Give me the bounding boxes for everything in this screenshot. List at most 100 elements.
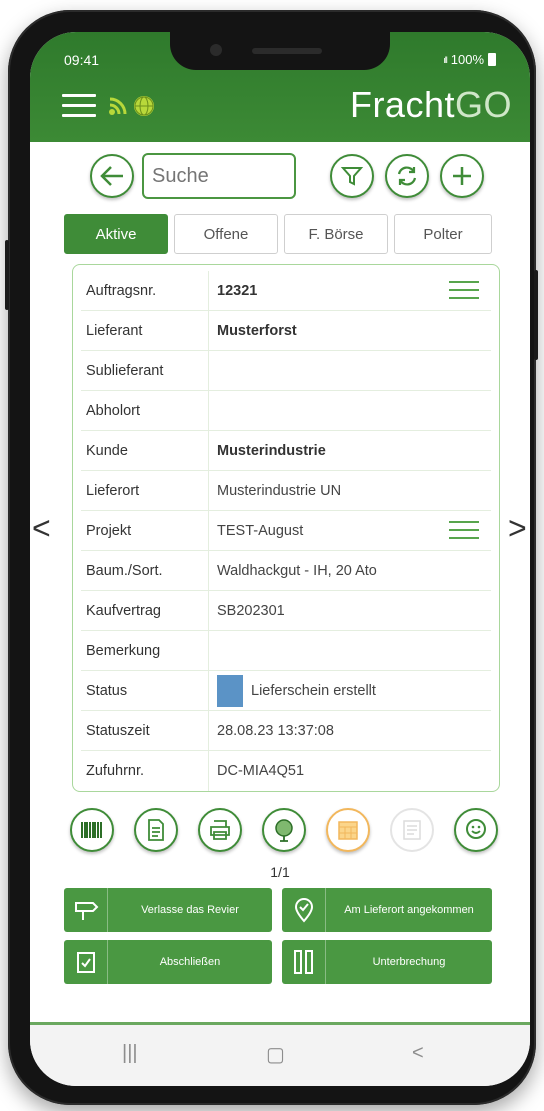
row-sublieferant: Sublieferant bbox=[81, 351, 491, 391]
value-abholort bbox=[209, 391, 491, 430]
globe-icon[interactable] bbox=[134, 96, 154, 116]
finish-label: Abschließen bbox=[159, 955, 221, 968]
home-button[interactable]: ▢ bbox=[266, 1042, 285, 1067]
add-button[interactable] bbox=[440, 154, 484, 198]
previous-arrow[interactable]: < bbox=[32, 510, 51, 547]
row-lieferant: Lieferant Musterforst bbox=[81, 311, 491, 351]
label-projekt: Projekt bbox=[81, 511, 209, 550]
label-sublieferant: Sublieferant bbox=[81, 351, 209, 390]
value-zufuhrnr: DC-MIA4Q51 bbox=[217, 763, 305, 779]
signpost-icon bbox=[74, 902, 98, 920]
arrived-button[interactable]: Am Lieferort angekommen bbox=[282, 888, 492, 932]
chat-button[interactable] bbox=[454, 808, 498, 852]
status-indicators: ıll 100% bbox=[443, 52, 496, 67]
tab-aktive[interactable]: Aktive bbox=[64, 214, 168, 254]
label-zufuhrnr: Zufuhrnr. bbox=[81, 751, 209, 791]
row-baum-sort: Baum./Sort. Waldhackgut - IH, 20 Ato bbox=[81, 551, 491, 591]
pager-indicator: 1/1 bbox=[270, 864, 290, 880]
status-time: 09:41 bbox=[64, 52, 100, 68]
refresh-icon bbox=[397, 166, 417, 186]
order-menu-icon[interactable] bbox=[449, 281, 479, 301]
print-button[interactable] bbox=[198, 808, 242, 852]
hamburger-menu-icon[interactable] bbox=[62, 94, 96, 118]
system-back-button[interactable]: < bbox=[412, 1042, 424, 1065]
volume-button bbox=[5, 240, 9, 310]
label-statuszeit: Statuszeit bbox=[81, 711, 209, 750]
pause-icon bbox=[293, 950, 313, 974]
app-screen: 09:41 ıll 100% FrachtGO Suche Aktive Off… bbox=[30, 32, 530, 1086]
filter-icon bbox=[340, 167, 364, 186]
row-zufuhrnr: Zufuhrnr. DC-MIA4Q51 bbox=[81, 751, 491, 791]
tab-offene[interactable]: Offene bbox=[174, 214, 278, 254]
row-lieferort: Lieferort Musterindustrie UN bbox=[81, 471, 491, 511]
value-kaufvertrag: SB202301 bbox=[217, 602, 285, 619]
label-baum-sort: Baum./Sort. bbox=[81, 551, 209, 590]
label-status: Status bbox=[81, 671, 209, 710]
project-menu-icon[interactable] bbox=[449, 521, 479, 541]
refresh-button[interactable] bbox=[385, 154, 429, 198]
leave-area-button[interactable]: Verlasse das Revier bbox=[64, 888, 272, 932]
value-kunde: Musterindustrie bbox=[217, 442, 326, 459]
row-bemerkung: Bemerkung bbox=[81, 631, 491, 671]
row-statuszeit: Statuszeit 28.08.23 13:37:08 bbox=[81, 711, 491, 751]
recents-button[interactable]: ||| bbox=[122, 1042, 138, 1065]
row-kunde: Kunde Musterindustrie bbox=[81, 431, 491, 471]
label-lieferant: Lieferant bbox=[81, 311, 209, 350]
signal-icon: ıll bbox=[443, 54, 447, 65]
value-lieferort: Musterindustrie UN bbox=[217, 482, 342, 499]
row-projekt: Projekt TEST-August bbox=[81, 511, 491, 551]
leave-area-label: Verlasse das Revier bbox=[141, 903, 239, 916]
label-kaufvertrag: Kaufvertrag bbox=[81, 591, 209, 630]
status-color-swatch bbox=[217, 674, 243, 707]
label-bemerkung: Bemerkung bbox=[81, 631, 209, 670]
back-button[interactable] bbox=[90, 154, 134, 198]
filter-button[interactable] bbox=[330, 154, 374, 198]
app-header: 09:41 ıll 100% FrachtGO bbox=[30, 32, 530, 142]
arrow-left-icon bbox=[100, 166, 123, 186]
barcode-icon bbox=[81, 822, 102, 838]
interrupt-label: Unterbrechung bbox=[372, 955, 446, 968]
row-auftragsnr: Auftragsnr. 12321 bbox=[81, 271, 491, 311]
app-logo: FrachtGO bbox=[349, 84, 512, 125]
document-icon bbox=[148, 819, 164, 841]
interrupt-button[interactable]: Unterbrechung bbox=[282, 940, 492, 984]
battery-icon bbox=[488, 53, 496, 66]
value-lieferant: Musterforst bbox=[217, 322, 297, 339]
location-check-icon bbox=[294, 898, 313, 923]
power-button bbox=[534, 270, 538, 360]
row-kaufvertrag: Kaufvertrag SB202301 bbox=[81, 591, 491, 631]
search-input[interactable] bbox=[142, 153, 296, 199]
row-status: Status Lieferschein erstellt bbox=[81, 671, 491, 711]
camera-notch bbox=[170, 32, 390, 70]
arrived-label: Am Lieferort angekommen bbox=[344, 903, 474, 916]
tab-polter[interactable]: Polter bbox=[394, 214, 492, 254]
barcode-button[interactable] bbox=[70, 808, 114, 852]
globe-pin-icon bbox=[275, 819, 293, 842]
value-sublieferant bbox=[209, 351, 491, 390]
label-lieferort: Lieferort bbox=[81, 471, 209, 510]
feed-icon[interactable] bbox=[108, 96, 128, 116]
map-button[interactable] bbox=[262, 808, 306, 852]
notes-button[interactable] bbox=[390, 808, 434, 852]
value-status: Lieferschein erstellt bbox=[251, 682, 376, 699]
value-status-cell: Lieferschein erstellt bbox=[209, 671, 491, 710]
row-abholort: Abholort bbox=[81, 391, 491, 431]
order-detail-card: Auftragsnr. 12321 Lieferant Musterforst … bbox=[72, 264, 500, 792]
value-statuszeit: 28.08.23 13:37:08 bbox=[217, 722, 334, 739]
finish-button[interactable]: Abschließen bbox=[64, 940, 272, 984]
calendar-icon bbox=[338, 821, 358, 840]
next-arrow[interactable]: > bbox=[508, 510, 527, 547]
label-kunde: Kunde bbox=[81, 431, 209, 470]
notes-icon bbox=[403, 820, 421, 840]
label-abholort: Abholort bbox=[81, 391, 209, 430]
plus-icon bbox=[453, 167, 471, 185]
value-bemerkung bbox=[209, 631, 491, 670]
value-baum-sort: Waldhackgut - IH, 20 Ato bbox=[217, 562, 377, 579]
tab-f-boerse[interactable]: F. Börse bbox=[284, 214, 388, 254]
document-button[interactable] bbox=[134, 808, 178, 852]
printer-icon bbox=[210, 820, 230, 840]
calendar-button[interactable] bbox=[326, 808, 370, 852]
clipboard-check-icon bbox=[76, 952, 95, 973]
smiley-chat-icon bbox=[466, 819, 486, 839]
battery-level: 100% bbox=[450, 52, 484, 67]
